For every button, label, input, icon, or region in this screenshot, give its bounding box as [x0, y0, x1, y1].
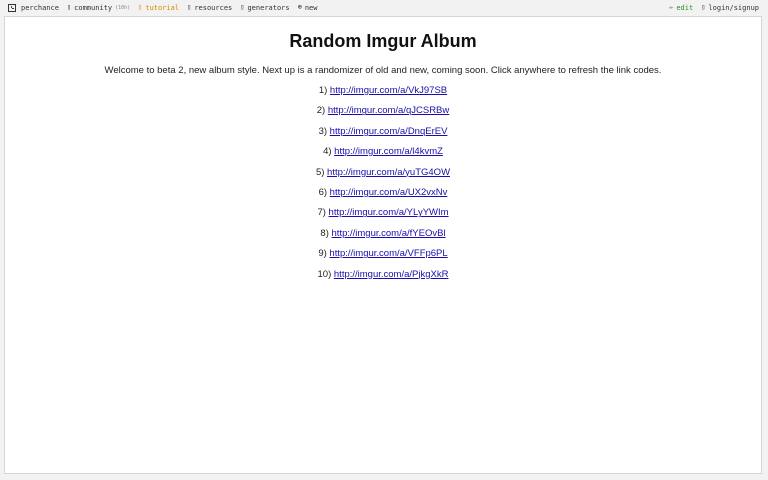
nav-item-label: community: [74, 3, 113, 12]
link-index: 6): [318, 186, 328, 198]
intro-text: Welcome to beta 2, new album style. Next…: [104, 65, 662, 76]
top-nav-bar: perchance ▯ community (10h) ▯ tutorial ▯…: [0, 0, 768, 15]
link-index: 2): [316, 105, 326, 117]
nav-item-community[interactable]: ▯ community (10h): [67, 4, 130, 12]
nav-item-label: tutorial: [145, 3, 180, 12]
list-item: 6) http://imgur.com/a/UX2vxNv: [5, 187, 761, 207]
nav-item-new[interactable]: ⊕ new: [298, 4, 318, 12]
site-logo-link[interactable]: perchance: [8, 3, 59, 12]
list-icon: ▯: [240, 3, 245, 11]
album-link[interactable]: http://imgur.com/a/UX2vxNv: [330, 187, 448, 198]
page-title: Random Imgur Album: [289, 31, 477, 51]
nav-item-generators[interactable]: ▯ generators: [240, 4, 289, 12]
link-index: 10): [317, 268, 332, 280]
list-item: 8) http://imgur.com/a/fYEOvBl: [5, 228, 761, 248]
list-item: 4) http://imgur.com/a/l4kvmZ: [5, 146, 761, 166]
album-link[interactable]: http://imgur.com/a/fYEOvBl: [332, 228, 446, 239]
edit-button[interactable]: ✏ edit: [669, 4, 693, 12]
album-link[interactable]: http://imgur.com/a/qJCSRBw: [328, 105, 449, 116]
album-link[interactable]: http://imgur.com/a/YLyYWIm: [329, 207, 449, 218]
book-icon: ▯: [138, 3, 143, 11]
login-signup-button[interactable]: ▯ login/signup: [701, 4, 759, 12]
album-link[interactable]: http://imgur.com/a/PjkgXkR: [334, 269, 449, 280]
generator-output-panel[interactable]: Random Imgur Album Welcome to beta 2, ne…: [4, 16, 762, 474]
nav-item-label: generators: [247, 3, 290, 12]
link-index: 1): [318, 85, 328, 96]
album-link[interactable]: http://imgur.com/a/yuTG4OW: [327, 167, 450, 178]
chat-icon: ▯: [66, 3, 72, 11]
link-index: 3): [318, 125, 328, 137]
nav-item-resources[interactable]: ▯ resources: [187, 4, 232, 12]
album-link[interactable]: http://imgur.com/a/VFFp6PL: [329, 248, 447, 259]
nav-item-tutorial[interactable]: ▯ tutorial: [138, 4, 179, 12]
link-index: 7): [317, 207, 326, 219]
list-item: 7) http://imgur.com/a/YLyYWIm: [5, 207, 761, 227]
nav-item-label: resources: [194, 3, 233, 12]
list-item: 9) http://imgur.com/a/VFFp6PL: [5, 248, 761, 268]
album-link[interactable]: http://imgur.com/a/l4kvmZ: [334, 146, 443, 157]
user-icon: ▯: [701, 3, 706, 11]
link-index: 5): [315, 166, 325, 178]
nav-right: ✏ edit ▯ login/signup: [669, 4, 768, 12]
link-index: 8): [320, 227, 329, 239]
list-item: 1) http://imgur.com/a/VkJ97SB: [5, 85, 761, 105]
nav-left: perchance ▯ community (10h) ▯ tutorial ▯…: [0, 3, 326, 12]
login-signup-label: login/signup: [708, 3, 759, 12]
list-item: 5) http://imgur.com/a/yuTG4OW: [5, 167, 761, 187]
pencil-icon: ✏: [669, 3, 674, 11]
community-badge: (10h): [115, 4, 131, 11]
album-link[interactable]: http://imgur.com/a/VkJ97SB: [330, 85, 447, 96]
list-item: 2) http://imgur.com/a/qJCSRBw: [5, 105, 761, 125]
album-link[interactable]: http://imgur.com/a/DnqErEV: [330, 126, 448, 137]
dice-icon: [8, 3, 16, 12]
folder-icon: ▯: [187, 3, 192, 11]
list-item: 3) http://imgur.com/a/DnqErEV: [5, 126, 761, 146]
nav-item-label: new: [304, 3, 318, 12]
link-index: 9): [318, 248, 327, 260]
edit-label: edit: [676, 3, 694, 12]
link-index: 4): [323, 146, 332, 158]
plus-circle-icon: ⊕: [297, 3, 302, 11]
site-name: perchance: [21, 3, 59, 12]
list-item: 10) http://imgur.com/a/PjkgXkR: [5, 269, 761, 289]
album-link-list: 1) http://imgur.com/a/VkJ97SB 2) http://i…: [5, 85, 761, 289]
